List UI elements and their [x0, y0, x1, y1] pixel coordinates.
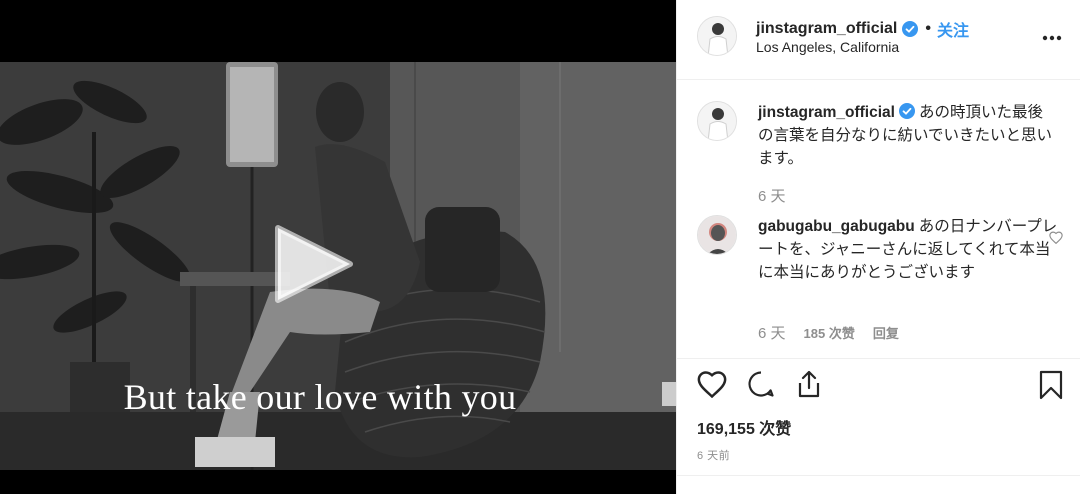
comment-meta: 6 天 185 次赞 回复	[758, 322, 899, 343]
post-actions	[697, 370, 1067, 406]
comment-username[interactable]: jinstagram_official	[758, 104, 895, 121]
video-player[interactable]: But take our love with you	[0, 62, 676, 470]
divider	[677, 475, 1080, 476]
comment-time[interactable]: 6 天	[758, 322, 786, 343]
post-location[interactable]: Los Angeles, California	[756, 39, 899, 55]
commenter-avatar[interactable]	[697, 101, 737, 141]
comment-username[interactable]: gabugabu_gabugabu	[758, 218, 915, 235]
commenter-avatar[interactable]	[697, 215, 737, 255]
comment-like-count[interactable]: 185 次赞	[804, 323, 855, 342]
play-button[interactable]	[272, 222, 356, 306]
video-caption: But take our love with you	[123, 377, 517, 417]
share-icon[interactable]	[796, 370, 822, 403]
comment-like-heart-icon[interactable]	[1049, 231, 1063, 249]
post-media: But take our love with you	[0, 0, 676, 494]
comment-item: gabugabu_gabugabu あの日ナンバープレートを、ジャニーさんに返して…	[697, 215, 1067, 355]
more-options-icon[interactable]	[1042, 24, 1062, 47]
author-username[interactable]: jinstagram_official	[756, 20, 897, 38]
heart-icon[interactable]	[697, 370, 727, 403]
comments-list: jinstagram_official あの時頂いた最後の言葉を自分なりに紡いでい…	[677, 81, 1080, 359]
post-header: jinstagram_official • 关注 Los Angeles, Ca…	[677, 0, 1080, 80]
play-icon	[275, 225, 353, 303]
author-avatar[interactable]	[697, 16, 737, 56]
comment-time[interactable]: 6 天	[758, 185, 786, 206]
like-count[interactable]: 169,155 次赞	[697, 415, 791, 439]
comment-icon[interactable]	[747, 370, 775, 403]
post-side-panel: jinstagram_official • 关注 Los Angeles, Ca…	[676, 0, 1080, 494]
comment-body: gabugabu_gabugabu あの日ナンバープレートを、ジャニーさんに返して…	[758, 215, 1058, 284]
separator-dot: •	[925, 20, 931, 37]
verified-badge-icon	[898, 103, 915, 119]
verified-badge-icon	[902, 21, 919, 37]
author-line: jinstagram_official • 关注	[756, 17, 969, 41]
caption-comment: jinstagram_official あの時頂いた最後の言葉を自分なりに紡いでい…	[697, 101, 1067, 211]
comment-body: jinstagram_official あの時頂いた最後の言葉を自分なりに紡いでい…	[758, 101, 1058, 170]
bookmark-icon[interactable]	[1039, 370, 1063, 405]
comment-meta: 6 天	[758, 185, 786, 206]
reply-button[interactable]: 回复	[873, 323, 899, 342]
post-timestamp[interactable]: 6 天前	[697, 447, 730, 463]
follow-button[interactable]: 关注	[937, 17, 969, 41]
